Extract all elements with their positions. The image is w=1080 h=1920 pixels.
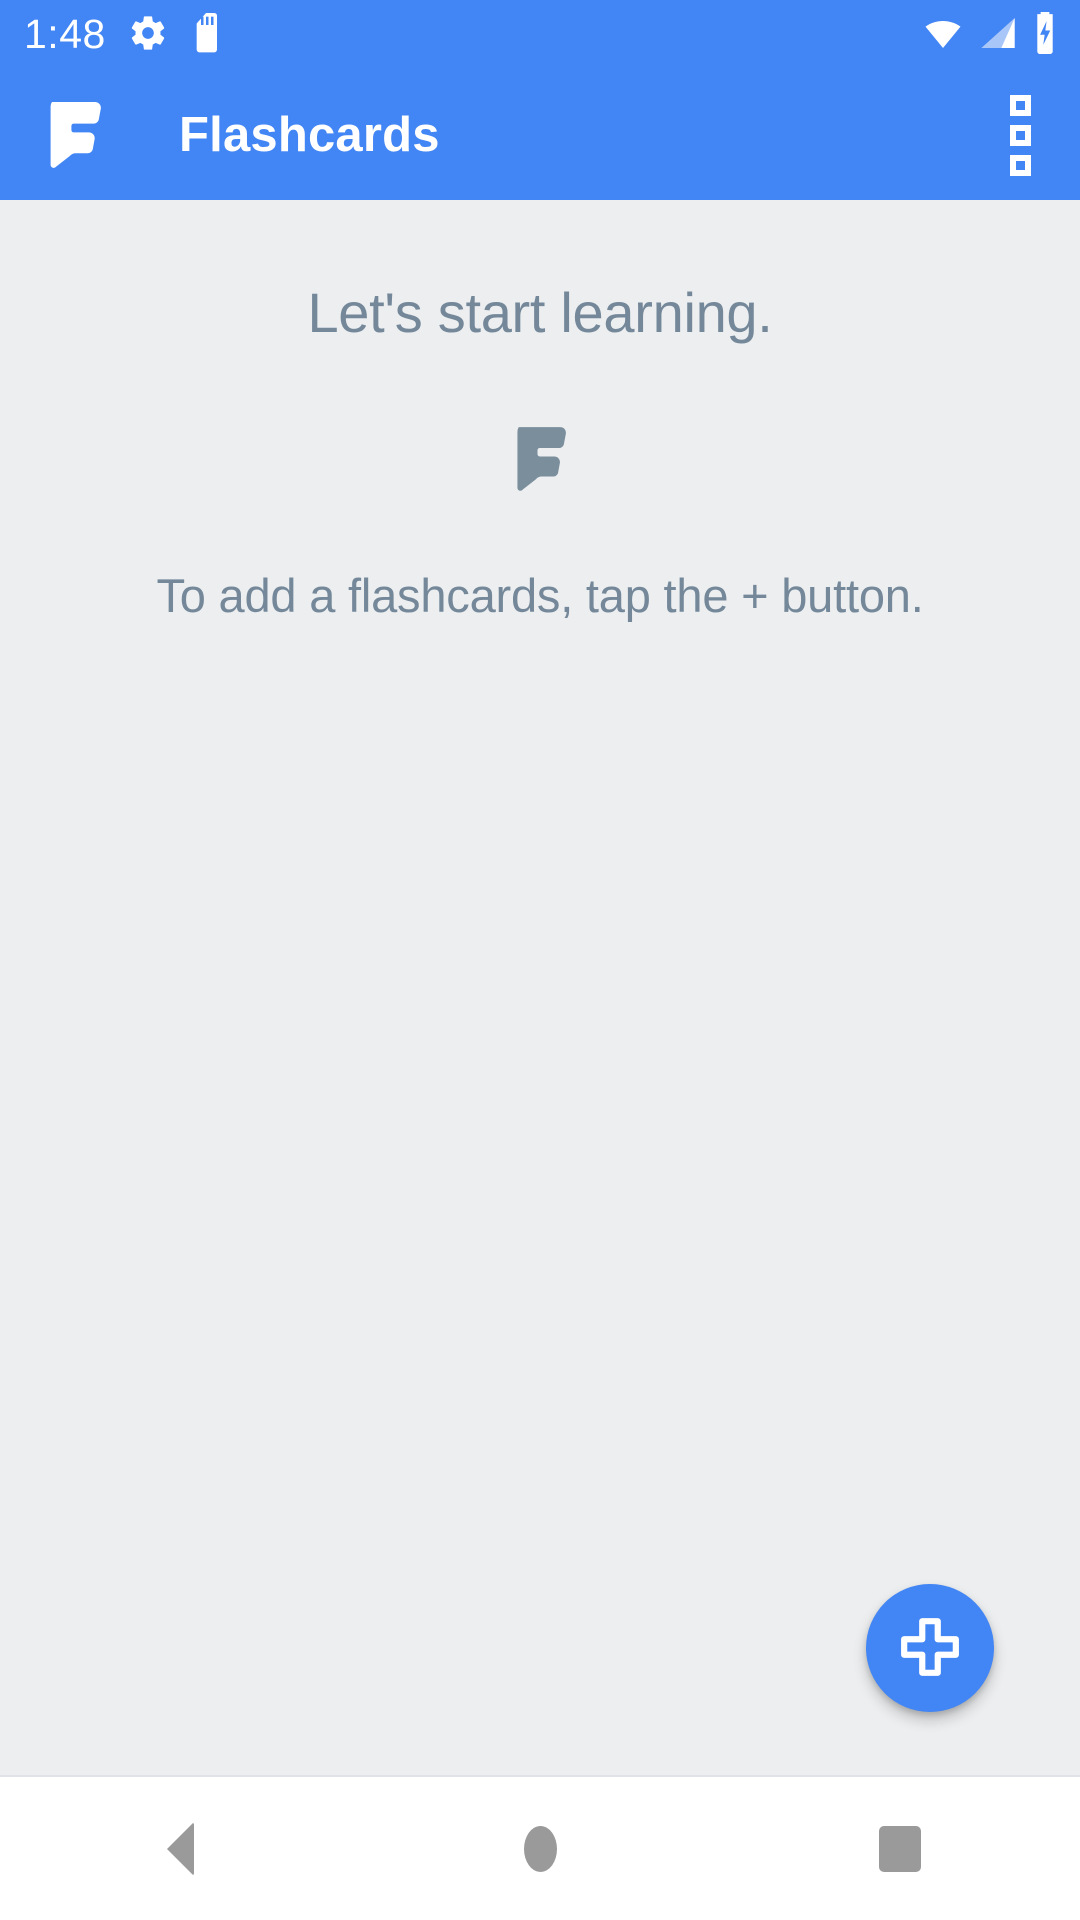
status-bar-clock: 1:48 [24,10,106,57]
overflow-dot [1009,154,1031,176]
gear-icon [128,13,168,58]
system-navigation-bar [0,1775,1080,1920]
android-screen: 1:48 Flashcards Let's start learning. To… [0,0,1080,1920]
recents-square-icon [879,1825,921,1872]
nav-back-button[interactable] [0,1776,360,1920]
plus-icon [899,1616,961,1681]
flashcards-f-logo-icon [513,426,567,492]
sd-card-icon [190,12,222,58]
flashcards-f-logo-icon [46,102,102,168]
battery-charging-icon [1032,11,1058,59]
add-flashcard-fab[interactable] [866,1584,994,1712]
overflow-menu-icon[interactable] [978,93,1062,177]
nav-recents-button[interactable] [720,1776,1080,1920]
status-bar: 1:48 [0,0,1080,70]
empty-state-subtext: To add a flashcards, tap the + button. [156,568,924,622]
app-bar: Flashcards [0,70,1080,200]
status-bar-left-group: 1:48 [24,10,222,58]
nav-home-button[interactable] [360,1776,720,1920]
home-circle-icon [523,1825,557,1872]
main-content: Let's start learning. To add a flashcard… [0,200,1080,1775]
cellular-signal-icon [978,13,1018,58]
back-triangle-icon [166,1821,194,1876]
overflow-dot [1009,94,1031,116]
wifi-icon [922,13,964,58]
empty-state: Let's start learning. To add a flashcard… [0,200,1080,623]
overflow-dot [1009,124,1031,146]
page-title: Flashcards [179,108,440,162]
empty-state-heading: Let's start learning. [307,281,773,344]
status-bar-right-group [922,11,1058,59]
